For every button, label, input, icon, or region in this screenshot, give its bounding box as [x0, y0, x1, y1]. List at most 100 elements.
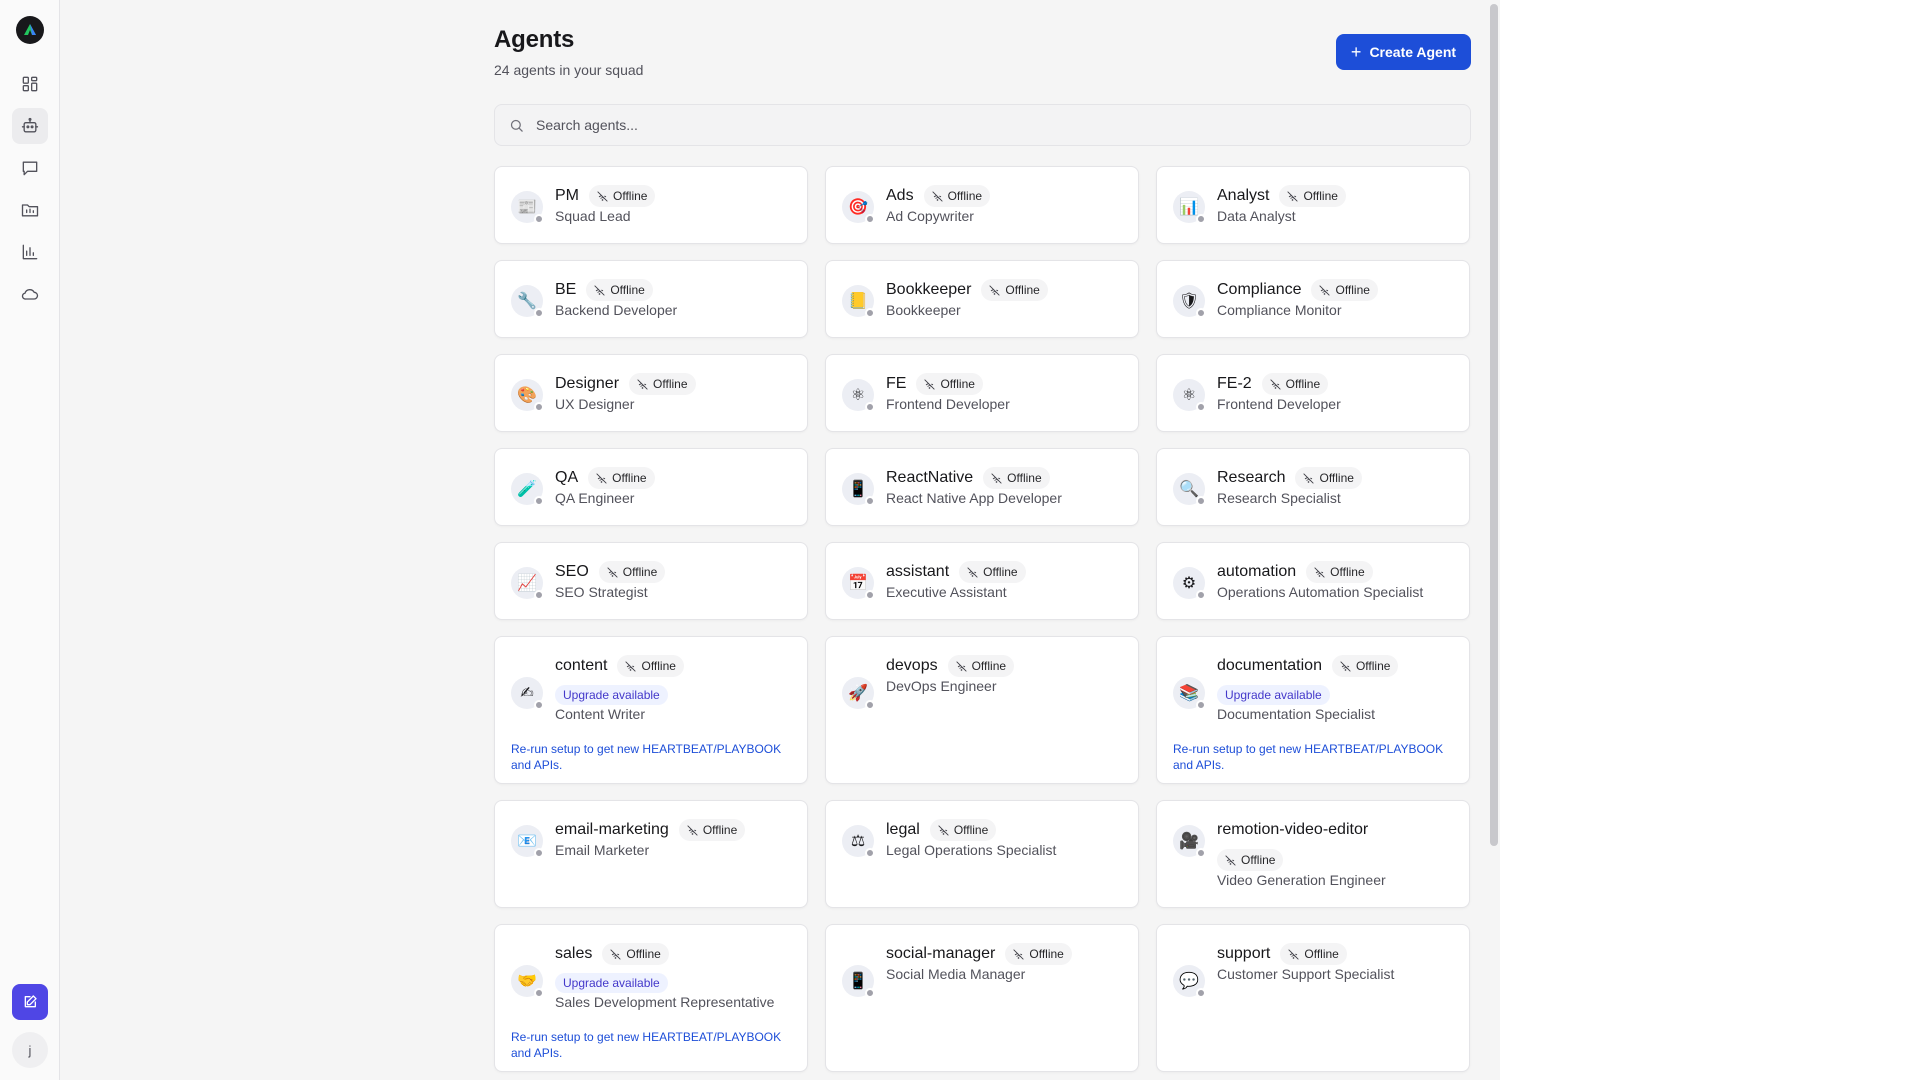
- agent-avatar: ⚖: [842, 825, 875, 858]
- agent-avatar: 📈: [511, 567, 544, 600]
- agent-card[interactable]: 🔧 BE Offline Backend Developer: [494, 260, 808, 338]
- agent-card[interactable]: ⚛ FE Offline Frontend Developer: [825, 354, 1139, 432]
- agent-card[interactable]: 🎥 remotion-video-editor Offline Video Gener…: [1156, 800, 1470, 908]
- agent-role: Executive Assistant: [886, 584, 1007, 600]
- agent-card[interactable]: 📱 ReactNative Offline React Native App Deve…: [825, 448, 1139, 526]
- status-badge-row: Offline: [1217, 849, 1457, 871]
- rerun-setup-link[interactable]: Re-run setup to get new HEARTBEAT/PLAYBO…: [1173, 741, 1455, 773]
- agent-card[interactable]: 🧪 QA Offline QA Engineer: [494, 448, 808, 526]
- agent-card[interactable]: 📅 assistant Offline Executive Assistant: [825, 542, 1139, 620]
- scrollbar[interactable]: [1488, 2, 1500, 1080]
- agent-card[interactable]: 📒 Bookkeeper Offline Bookkeeper: [825, 260, 1139, 338]
- status-badge: Offline: [1279, 185, 1346, 207]
- status-dot: [534, 214, 544, 224]
- cloud-nav-button[interactable]: [12, 276, 48, 312]
- agent-emoji-icon: 📚: [1179, 685, 1199, 702]
- files-nav-button[interactable]: [12, 192, 48, 228]
- agent-role: UX Designer: [555, 396, 635, 412]
- status-label: Offline: [947, 189, 983, 203]
- agent-card[interactable]: 🎯 Ads Offline Ad Copywriter: [825, 166, 1139, 244]
- agent-card[interactable]: 📰 PM Offline Squad Lead: [494, 166, 808, 244]
- agent-name: support: [1217, 945, 1271, 962]
- dashboard-nav-button[interactable]: [12, 66, 48, 102]
- messages-nav-button[interactable]: [12, 150, 48, 186]
- agent-name-row: documentation Offline: [1217, 655, 1457, 677]
- status-label: Offline: [612, 471, 647, 485]
- dashboard-icon: [22, 76, 38, 92]
- upgrade-badge[interactable]: Upgrade available: [555, 685, 668, 705]
- status-label: Offline: [1304, 947, 1339, 961]
- agent-card[interactable]: 🔍 Research Offline Research Specialist: [1156, 448, 1470, 526]
- status-badge: Offline: [629, 373, 696, 395]
- status-badge: Offline: [983, 467, 1050, 489]
- agent-role: QA Engineer: [555, 490, 635, 506]
- rerun-setup-link[interactable]: Re-run setup to get new HEARTBEAT/PLAYBO…: [511, 1029, 793, 1061]
- agent-card[interactable]: ⚖ legal Offline Legal Operations Specialist: [825, 800, 1139, 908]
- scroll-thumb[interactable]: [1490, 4, 1498, 846]
- agent-card[interactable]: 💬 support Offline Customer Support Speciali…: [1156, 924, 1470, 1072]
- agent-info: content Offline Upgrade available Content W…: [555, 655, 795, 722]
- agent-name: Ads: [886, 187, 914, 204]
- agent-card[interactable]: 🎨 Designer Offline UX Designer: [494, 354, 808, 432]
- agent-emoji-icon: 🔍: [1179, 481, 1199, 498]
- agent-card[interactable]: 📈 SEO Offline SEO Strategist: [494, 542, 808, 620]
- agent-role: Bookkeeper: [886, 302, 961, 318]
- agent-info: sales Offline Upgrade available Sales Devel…: [555, 943, 795, 1010]
- agent-avatar: 💬: [1173, 965, 1206, 998]
- create-agent-button[interactable]: + Create Agent: [1336, 34, 1471, 70]
- status-dot: [1196, 848, 1206, 858]
- status-dot: [865, 700, 875, 710]
- agent-role: React Native App Developer: [886, 490, 1062, 506]
- agent-role: Video Generation Engineer: [1217, 872, 1386, 888]
- upgrade-badge[interactable]: Upgrade available: [1217, 685, 1330, 705]
- wifi-off-icon: [637, 378, 648, 390]
- agent-card[interactable]: 🤝 sales Offline Upgrade available Sales Deve…: [494, 924, 808, 1072]
- agent-info: PM Offline Squad Lead: [555, 185, 795, 224]
- status-badge: Offline: [602, 943, 669, 965]
- agent-card[interactable]: 🛡 Compliance Offline Compliance Monitor: [1156, 260, 1470, 338]
- agent-role: Social Media Manager: [886, 966, 1026, 982]
- user-avatar[interactable]: j: [12, 1032, 48, 1068]
- agent-info: social-manager Offline Social Media Manage…: [886, 943, 1126, 982]
- compose-button[interactable]: [12, 984, 48, 1020]
- agent-card[interactable]: ⚛ FE-2 Offline Frontend Developer: [1156, 354, 1470, 432]
- wifi-off-icon: [1287, 190, 1299, 202]
- status-dot: [1196, 988, 1206, 998]
- agent-name-row: automation Offline: [1217, 561, 1457, 583]
- agent-card[interactable]: 🚀 devops Offline DevOps Engineer: [825, 636, 1139, 784]
- status-dot: [1196, 402, 1206, 412]
- agent-emoji-icon: 💬: [1179, 973, 1199, 990]
- edit-icon: [24, 995, 37, 1008]
- agent-card[interactable]: ✍ content Offline Upgrade available Content …: [494, 636, 808, 784]
- agent-role: Research Specialist: [1217, 490, 1341, 506]
- upgrade-badge[interactable]: Upgrade available: [555, 973, 668, 993]
- agent-name: Compliance: [1217, 281, 1302, 298]
- wifi-off-icon: [625, 660, 637, 672]
- agent-role: Legal Operations Specialist: [886, 842, 1057, 858]
- agent-avatar: 🚀: [842, 677, 875, 710]
- agent-card[interactable]: 📱 social-manager Offline Social Media Manag…: [825, 924, 1139, 1072]
- agent-info: SEO Offline SEO Strategist: [555, 561, 795, 600]
- search-input[interactable]: [536, 117, 1436, 133]
- agent-role: Content Writer: [555, 706, 645, 722]
- status-dot: [534, 308, 544, 318]
- agent-card[interactable]: 📊 Analyst Offline Data Analyst: [1156, 166, 1470, 244]
- agent-role: Sales Development Representative: [555, 994, 775, 1010]
- status-label: Offline: [1319, 471, 1354, 485]
- wifi-off-icon: [991, 472, 1002, 484]
- agent-card[interactable]: 📧 email-marketing Offline Email Marketer: [494, 800, 808, 908]
- analytics-nav-button[interactable]: [12, 234, 48, 270]
- agent-card[interactable]: ⚙ automation Offline Operations Automation …: [1156, 542, 1470, 620]
- app-logo-icon[interactable]: [16, 16, 44, 44]
- agents-nav-button[interactable]: [12, 108, 48, 144]
- agent-avatar: 📱: [842, 965, 875, 998]
- agent-name-row: email-marketing Offline: [555, 819, 795, 841]
- agent-avatar: 📚: [1173, 677, 1206, 710]
- status-label: Offline: [971, 659, 1007, 673]
- wifi-off-icon: [1270, 378, 1281, 390]
- agent-info: email-marketing Offline Email Marketer: [555, 819, 795, 858]
- status-dot: [534, 848, 544, 858]
- wifi-off-icon: [956, 660, 967, 672]
- agent-card[interactable]: 📚 documentation Offline Upgrade available Do…: [1156, 636, 1470, 784]
- rerun-setup-link[interactable]: Re-run setup to get new HEARTBEAT/PLAYBO…: [511, 741, 793, 773]
